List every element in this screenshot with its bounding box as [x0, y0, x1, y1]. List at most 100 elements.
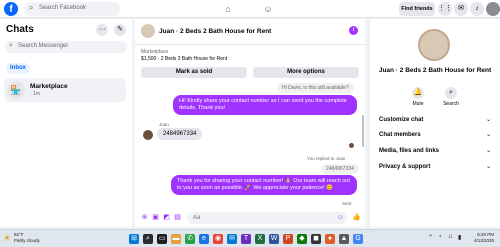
- menu-grid-icon[interactable]: ⋮⋮: [438, 2, 452, 16]
- weather-condition: Partly cloudy: [14, 238, 40, 243]
- mute-label: Mute: [412, 101, 424, 107]
- conversation-name: Marketplace: [30, 83, 68, 90]
- outgoing-message-bubble[interactable]: Hi! Kindly share your contact number so …: [173, 95, 357, 115]
- volume-icon[interactable]: ♫: [448, 234, 453, 240]
- conversation-details-panel: Juan · 2 Beds 2 Bath House for Rent 🔔 Mu…: [370, 19, 500, 227]
- app-icon[interactable]: G: [353, 234, 363, 244]
- excel-icon[interactable]: X: [255, 234, 265, 244]
- chrome-icon[interactable]: ◉: [213, 234, 223, 244]
- facebook-top-bar: f ⌕ Search Facebook ⌂ ☺ Find friends ⋮⋮ …: [0, 0, 500, 18]
- quoted-message-bubble[interactable]: 2484967334: [321, 164, 359, 174]
- contact-profile-avatar[interactable]: [418, 29, 450, 61]
- search-icon: ⌕: [9, 42, 13, 49]
- listing-detail: $1,500 · 2 Beds 2 Bath House for Rent: [141, 56, 228, 62]
- groups-icon[interactable]: ☺: [262, 3, 274, 15]
- conversation-item-marketplace[interactable]: 🏪 Marketplace · 1m: [4, 78, 126, 102]
- app-icon[interactable]: ◆: [297, 234, 307, 244]
- like-icon[interactable]: 👍: [352, 213, 361, 222]
- emoji-icon[interactable]: ☺: [337, 214, 344, 221]
- facebook-logo[interactable]: f: [4, 2, 18, 16]
- more-options-button[interactable]: More options: [253, 67, 359, 78]
- chat-header: Juan · 2 Beds 2 Bath House for Rent i: [135, 19, 365, 45]
- start-icon[interactable]: ⊞: [129, 234, 139, 244]
- app-icon[interactable]: ◼: [311, 234, 321, 244]
- contact-profile-name: Juan · 2 Beds 2 Bath House for Rent: [378, 67, 492, 74]
- message-stream[interactable]: Hi Davis, is this still available? Hi! K…: [135, 83, 365, 209]
- more-options-icon[interactable]: ···: [96, 24, 108, 36]
- message-input-box[interactable]: ☺: [187, 212, 347, 224]
- whatsapp-icon[interactable]: ✆: [185, 234, 195, 244]
- battery-icon[interactable]: ▮: [458, 234, 461, 241]
- chevron-down-icon: ⌄: [485, 164, 491, 170]
- sender-avatar[interactable]: [143, 130, 153, 140]
- privacy-support-label: Privacy & support: [379, 164, 431, 170]
- notifications-icon[interactable]: ♪: [470, 2, 484, 16]
- listing-label: Marketplace: [141, 49, 169, 55]
- mute-button[interactable]: 🔔 Mute: [403, 87, 433, 107]
- wifi-icon[interactable]: ◔: [438, 234, 442, 240]
- search-icon[interactable]: ⌕: [143, 234, 153, 244]
- weather-icon[interactable]: ☀: [3, 233, 11, 244]
- bell-icon: 🔔: [412, 87, 424, 99]
- search-label: Search: [443, 101, 459, 107]
- store-icon: 🏪: [7, 81, 25, 99]
- chevron-down-icon: ⌄: [485, 148, 491, 154]
- inbox-filter-tab[interactable]: Inbox: [6, 63, 30, 74]
- gif-icon[interactable]: ▤: [173, 213, 182, 222]
- messenger-icon[interactable]: ✉: [454, 2, 468, 16]
- task-view-icon[interactable]: ▭: [157, 234, 167, 244]
- app-icon[interactable]: ●: [325, 234, 335, 244]
- windows-taskbar: ☀ 82°F Partly cloudy ⊞ ⌕ ▭ ▬ ✆ e ◉ ✉ T X…: [0, 229, 500, 247]
- search-icon: ⌕: [445, 87, 457, 99]
- system-clock[interactable]: 8:26 PM 4/13/2025: [466, 232, 494, 244]
- search-conversation-button[interactable]: ⌕ Search: [436, 87, 466, 107]
- facebook-search[interactable]: ⌕ Search Facebook: [24, 2, 120, 16]
- mark-as-sold-button[interactable]: Mark as sold: [141, 67, 247, 78]
- message-composer: ⊕ ▣ ◩ ▤ ☺ 👍: [135, 209, 365, 227]
- incoming-message-bubble[interactable]: 2484967334: [157, 128, 203, 140]
- conversation-panel: Juan · 2 Beds 2 Bath House for Rent i Ma…: [135, 19, 365, 227]
- message-status: Sent: [342, 201, 352, 206]
- chat-members-label: Chat members: [379, 132, 421, 138]
- customize-chat-section[interactable]: Customize chat ⌄: [379, 114, 491, 126]
- info-icon[interactable]: i: [349, 26, 358, 35]
- auto-message-bubble: Hi Davis, is this still available?: [277, 83, 354, 93]
- teams-icon[interactable]: T: [241, 234, 251, 244]
- mail-icon[interactable]: ✉: [227, 234, 237, 244]
- profile-avatar[interactable]: [486, 2, 500, 16]
- app-icon[interactable]: ▲: [339, 234, 349, 244]
- outgoing-message-bubble[interactable]: Thank you for sharing your contact numbe…: [171, 175, 357, 195]
- media-files-links-label: Media, files and links: [379, 148, 440, 154]
- conversation-time: · 1m: [30, 91, 40, 97]
- read-receipt-avatar: [349, 143, 354, 148]
- sticker-icon[interactable]: ◩: [162, 213, 171, 222]
- message-input[interactable]: [193, 212, 333, 224]
- chevron-down-icon: ⌄: [485, 132, 491, 138]
- listing-info[interactable]: Marketplace $1,500 · 2 Beds 2 Bath House…: [141, 49, 227, 63]
- file-explorer-icon[interactable]: ▬: [171, 234, 181, 244]
- word-icon[interactable]: W: [269, 234, 279, 244]
- chat-members-section[interactable]: Chat members ⌄: [379, 129, 491, 141]
- media-files-links-section[interactable]: Media, files and links ⌄: [379, 145, 491, 157]
- image-icon[interactable]: ▣: [151, 213, 160, 222]
- powerpoint-icon[interactable]: P: [283, 234, 293, 244]
- chats-sidebar: Chats ··· ✎ ⌕ Search Messenger Inbox 🏪 M…: [0, 19, 132, 227]
- chevron-up-icon[interactable]: ⌃: [428, 234, 433, 241]
- weather-widget[interactable]: 82°F Partly cloudy: [14, 232, 40, 244]
- facebook-search-placeholder[interactable]: Search Facebook: [39, 5, 86, 11]
- privacy-support-section[interactable]: Privacy & support ⌄: [379, 161, 491, 173]
- messenger-search-placeholder[interactable]: Search Messenger: [18, 43, 68, 49]
- search-icon: ⌕: [29, 3, 34, 12]
- messenger-search[interactable]: ⌕ Search Messenger: [5, 41, 127, 53]
- new-message-icon[interactable]: ✎: [114, 24, 126, 36]
- home-icon[interactable]: ⌂: [222, 3, 234, 15]
- chat-scrollbar[interactable]: [362, 115, 364, 147]
- customize-chat-label: Customize chat: [379, 117, 424, 123]
- find-friends-button[interactable]: Find friends: [399, 2, 435, 16]
- plus-icon[interactable]: ⊕: [140, 213, 149, 222]
- reply-indicator: You replied to Juan: [307, 156, 346, 161]
- chat-title[interactable]: Juan · 2 Beds 2 Bath House for Rent: [159, 28, 271, 35]
- edge-icon[interactable]: e: [199, 234, 209, 244]
- contact-avatar[interactable]: [141, 24, 155, 38]
- sender-label: Juan: [159, 122, 169, 127]
